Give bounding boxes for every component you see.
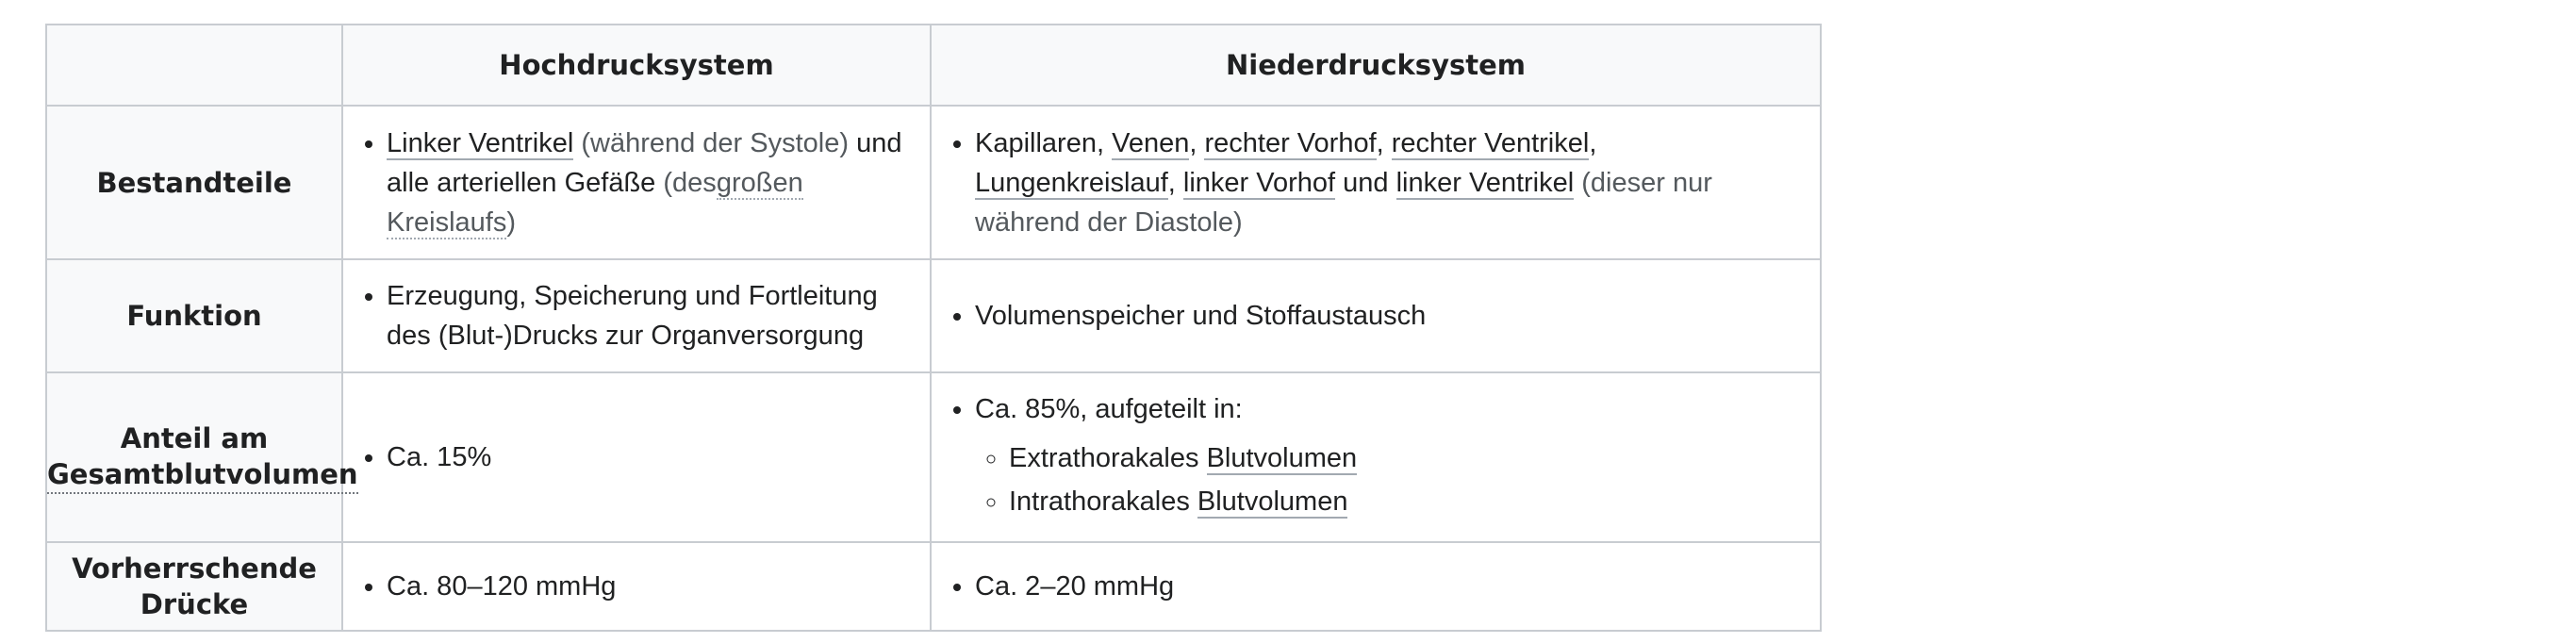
link-rechter-ventrikel[interactable]: rechter Ventrikel xyxy=(1391,127,1590,160)
list: Volumenspeicher und Stoffaustausch xyxy=(950,296,1801,336)
list: Ca. 15% xyxy=(362,437,911,477)
cell-funktion-nieder: Volumenspeicher und Stoffaustausch xyxy=(930,258,1822,373)
note-waehrend-systole: (während der Systole) xyxy=(581,127,850,158)
text-kapillaren: Kapillaren, xyxy=(975,127,1105,158)
note-close: ) xyxy=(506,206,516,238)
text-extrathorakales: Extrathorakales xyxy=(1009,443,1199,473)
text-ca-85: Ca. 85%, aufgeteilt in: xyxy=(975,394,1243,424)
list: Erzeugung, Speicherung und Fortleitung d… xyxy=(362,276,911,355)
table-row-anteil: Anteil am Gesamtblutvolumen Ca. 15% Ca. … xyxy=(45,371,1822,543)
list: Ca. 80–120 mmHg xyxy=(362,567,911,606)
table-row-bestandteile: Bestandteile Linker Ventrikel (während d… xyxy=(45,105,1822,260)
cell-bestandteile-nieder: Kapillaren, Venen, rechter Vorhof, recht… xyxy=(930,105,1822,260)
link-gesamtblutvolumen[interactable]: Gesamtblutvolumen xyxy=(47,456,358,494)
row-header-druecke-line1: Vorherrschende xyxy=(72,552,317,585)
header-niederdrucksystem: Niederdrucksystem xyxy=(930,24,1822,107)
row-header-funktion: Funktion xyxy=(45,258,343,373)
text-intrathorakales: Intrathorakales xyxy=(1009,486,1190,517)
table-header-row: Hochdrucksystem Niederdrucksystem xyxy=(45,24,1822,107)
row-header-bestandteile: Bestandteile xyxy=(45,105,343,260)
list-item: Ca. 15% xyxy=(387,437,911,477)
row-header-anteil-line1: Anteil am xyxy=(120,422,269,454)
header-hochdrucksystem: Hochdrucksystem xyxy=(341,24,932,107)
list: Ca. 2–20 mmHg xyxy=(950,567,1801,606)
separator: , xyxy=(1589,127,1597,158)
row-header-druecke: Vorherrschende Drücke xyxy=(45,541,343,632)
table-row-druecke: Vorherrschende Drücke Ca. 80–120 mmHg Ca… xyxy=(45,541,1822,632)
link-linker-vorhof[interactable]: linker Vorhof xyxy=(1182,167,1336,200)
separator: , xyxy=(1167,167,1176,198)
link-linker-ventrikel-nieder[interactable]: linker Ventrikel xyxy=(1395,167,1575,200)
list: Ca. 85%, aufgeteilt in: Extrathorakales … xyxy=(950,389,1801,521)
note-des-open: (des xyxy=(663,167,717,198)
sublist-item-intrathorakal: Intrathorakales Blutvolumen xyxy=(1009,482,1801,521)
list-item: Kapillaren, Venen, rechter Vorhof, recht… xyxy=(975,124,1801,242)
cell-anteil-hoch: Ca. 15% xyxy=(341,371,932,543)
list-item: Ca. 85%, aufgeteilt in: Extrathorakales … xyxy=(975,389,1801,521)
link-blutvolumen-1[interactable]: Blutvolumen xyxy=(1206,443,1358,475)
text-und: und xyxy=(1343,167,1389,198)
list-item: Ca. 2–20 mmHg xyxy=(975,567,1801,606)
sublist: Extrathorakales Blutvolumen Intrathoraka… xyxy=(975,438,1801,521)
link-blutvolumen-2[interactable]: Blutvolumen xyxy=(1197,486,1348,519)
cell-druecke-hoch: Ca. 80–120 mmHg xyxy=(341,541,932,632)
list: Kapillaren, Venen, rechter Vorhof, recht… xyxy=(950,124,1801,242)
list-item: Volumenspeicher und Stoffaustausch xyxy=(975,296,1801,336)
list-item: Erzeugung, Speicherung und Fortleitung d… xyxy=(387,276,911,355)
header-empty-cell xyxy=(45,24,343,107)
sublist-item-extrathorakal: Extrathorakales Blutvolumen xyxy=(1009,438,1801,478)
separator: , xyxy=(1376,127,1384,158)
cell-druecke-nieder: Ca. 2–20 mmHg xyxy=(930,541,1822,632)
link-rechter-vorhof[interactable]: rechter Vorhof xyxy=(1204,127,1377,160)
link-lungenkreislauf[interactable]: Lungenkreislauf xyxy=(975,167,1168,200)
table-row-funktion: Funktion Erzeugung, Speicherung und Fort… xyxy=(45,258,1822,373)
list-item: Linker Ventrikel (während der Systole) u… xyxy=(387,124,911,242)
row-header-druecke-line2: Drücke xyxy=(140,588,249,620)
separator: , xyxy=(1189,127,1197,158)
link-linker-ventrikel[interactable]: Linker Ventrikel xyxy=(387,127,574,160)
list-item: Ca. 80–120 mmHg xyxy=(387,567,911,606)
cell-bestandteile-hoch: Linker Ventrikel (während der Systole) u… xyxy=(341,105,932,260)
link-venen[interactable]: Venen xyxy=(1112,127,1190,160)
row-header-anteil: Anteil am Gesamtblutvolumen xyxy=(45,371,358,543)
cell-funktion-hoch: Erzeugung, Speicherung und Fortleitung d… xyxy=(341,258,932,373)
comparison-table: Hochdrucksystem Niederdrucksystem Bestan… xyxy=(45,24,1822,632)
cell-anteil-nieder: Ca. 85%, aufgeteilt in: Extrathorakales … xyxy=(930,371,1822,543)
list: Linker Ventrikel (während der Systole) u… xyxy=(362,124,911,242)
